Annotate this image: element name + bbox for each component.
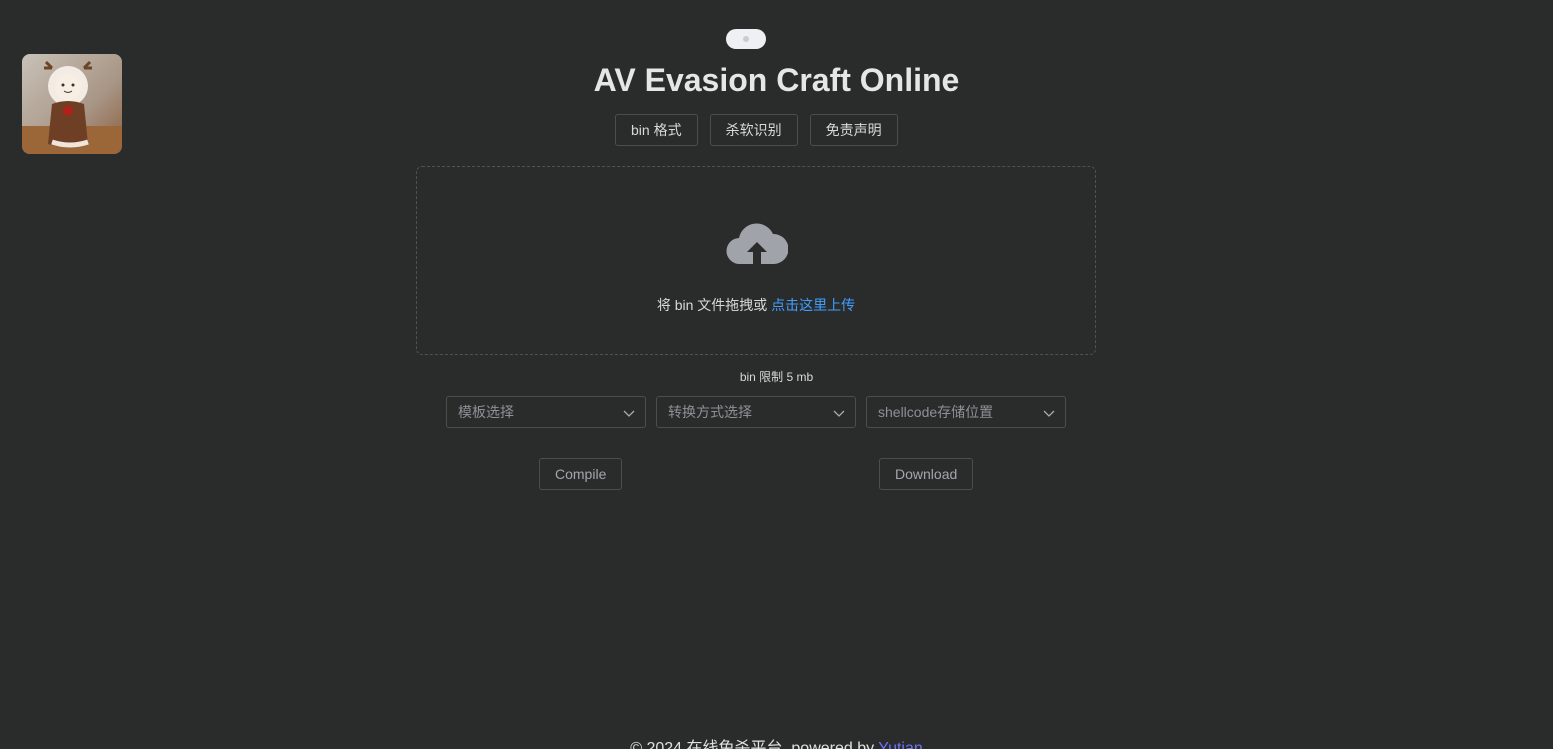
chevron-down-icon [623,410,635,417]
shellcode-storage-select-placeholder: shellcode存储位置 [878,404,994,420]
conversion-select[interactable]: 转换方式选择 [656,396,856,428]
theme-toggle[interactable] [726,29,766,49]
compile-button[interactable]: Compile [539,458,623,490]
toggle-knob [743,36,749,42]
cloud-upload-icon [726,223,788,265]
chevron-down-icon [1043,410,1055,417]
upload-hint: 将 bin 文件拖拽或 点击这里上传 [417,295,1095,315]
author-link[interactable]: Yutian [878,740,922,749]
upload-hint-text: 将 bin 文件拖拽或 [656,297,772,313]
av-detection-button[interactable]: 杀软识别 [709,114,798,146]
shellcode-storage-select[interactable]: shellcode存储位置 [866,396,1066,428]
upload-dropzone[interactable]: 将 bin 文件拖拽或 点击这里上传 [416,166,1096,355]
options-row: 模板选择 转换方式选择 shellcode存储位置 [446,396,1066,428]
page-title: AV Evasion Craft Online [593,62,960,98]
download-button[interactable]: Download [879,458,974,490]
footer: © 2024 在线免杀平台, powered by Yutian [0,734,1553,749]
upload-link[interactable]: 点击这里上传 [771,297,855,313]
conversion-select-placeholder: 转换方式选择 [668,404,752,420]
footer-text: © 2024 在线免杀平台, powered by [630,740,879,749]
disclaimer-button[interactable]: 免责声明 [809,114,898,146]
size-limit-note: bin 限制 5 mb [739,370,814,384]
chevron-down-icon [833,410,845,417]
template-select-placeholder: 模板选择 [458,404,514,420]
bin-format-button[interactable]: bin 格式 [615,114,698,146]
page: AV Evasion Craft Online bin 格式 杀软识别 免责声明… [0,0,1553,749]
template-select[interactable]: 模板选择 [446,396,646,428]
top-nav: bin 格式 杀软识别 免责声明 [615,114,898,146]
